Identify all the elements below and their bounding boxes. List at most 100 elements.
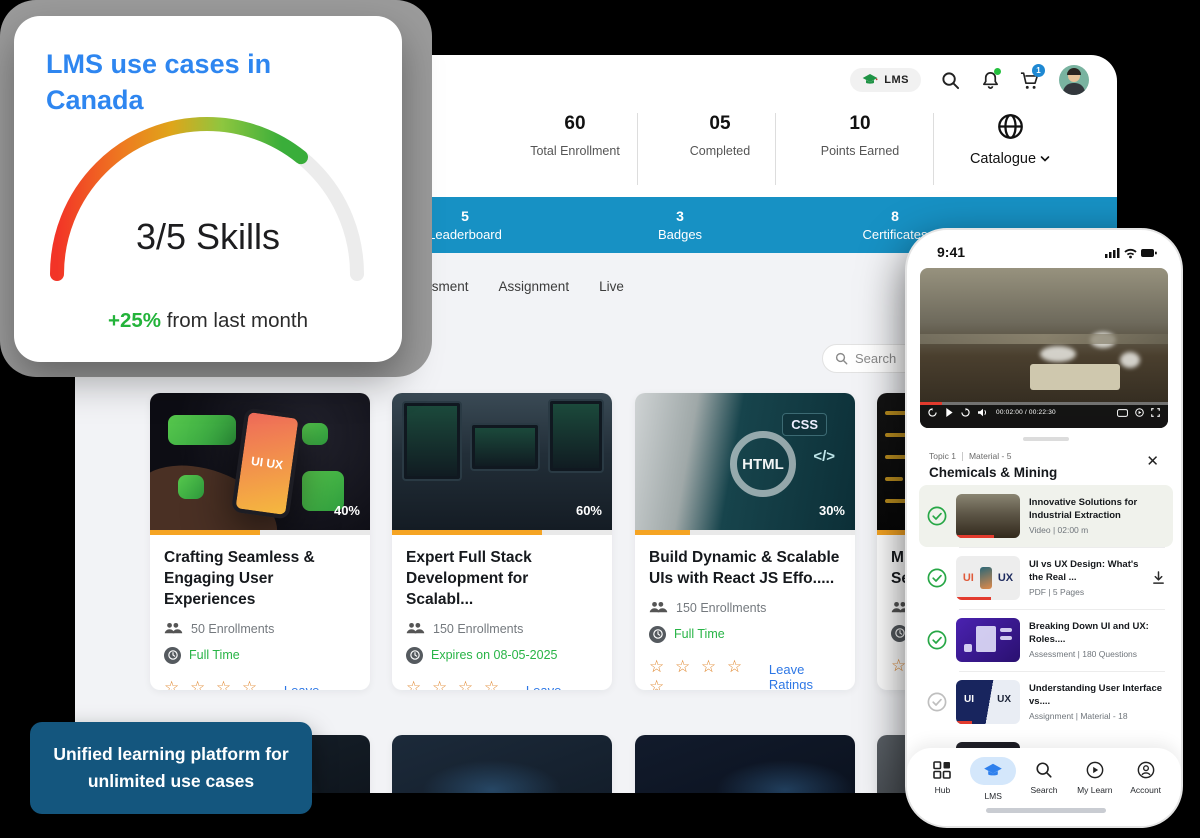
course-progress-track xyxy=(635,530,855,535)
course-card[interactable]: 60% Expert Full Stack Development for Sc… xyxy=(392,393,612,690)
nav-label: Search xyxy=(1031,785,1058,795)
lesson-meta: Video | 02:00 m xyxy=(1029,525,1165,535)
topic-title: Chemicals & Mining xyxy=(929,465,1057,480)
lesson-thumbnail xyxy=(956,618,1020,662)
stat-points-earned: 10 Points Earned xyxy=(790,113,930,158)
divider xyxy=(959,609,1165,610)
video-time-label: 00:02:00 / 00:22:30 xyxy=(996,409,1056,416)
stat-completed: 05 Completed xyxy=(650,113,790,158)
status-bar-icons xyxy=(1105,246,1157,264)
notifications-bell-icon[interactable] xyxy=(979,69,1001,91)
stat-value: 60 xyxy=(505,113,645,135)
course-card[interactable]: UI UX 40% Crafting Seamless & Engaging U… xyxy=(150,393,370,690)
lesson-row[interactable]: UIUX UI vs UX Design: What's the Real ..… xyxy=(919,547,1173,609)
stat-value: 05 xyxy=(650,113,790,135)
nav-label: My Learn xyxy=(1077,785,1112,795)
banner-line2: unlimited use cases xyxy=(88,768,254,795)
cart-icon[interactable]: 1 xyxy=(1019,69,1041,91)
rating-stars[interactable]: ☆ ☆ ☆ ☆ ☆ xyxy=(164,678,270,690)
bluebar-badges[interactable]: 3 Badges xyxy=(595,197,765,253)
course-title: Expert Full Stack Development for Scalab… xyxy=(406,548,598,611)
phone-bottom-nav: Hub LMS Search My Learn Account xyxy=(907,748,1181,828)
incomplete-check-icon xyxy=(927,692,947,712)
lesson-meta: PDF | 5 Pages xyxy=(1029,587,1143,597)
video-controls: 00:02:00 / 00:22:30 xyxy=(920,402,1168,428)
progress-percent-label: 30% xyxy=(819,503,845,518)
video-cast-icon[interactable] xyxy=(1135,408,1144,417)
divider xyxy=(959,547,1165,548)
nav-item-lms[interactable]: LMS xyxy=(969,761,1017,828)
enrollments-label: 50 Enrollments xyxy=(191,622,274,636)
leave-ratings-link[interactable]: Leave Ratings xyxy=(284,683,356,690)
divider xyxy=(637,113,638,185)
nav-item-account[interactable]: Account xyxy=(1122,761,1170,828)
leave-ratings-link[interactable]: Leave Ratings xyxy=(769,662,841,690)
play-icon[interactable] xyxy=(945,408,953,417)
divider xyxy=(775,113,776,185)
nav-label: Account xyxy=(1130,785,1161,795)
sheet-drag-handle[interactable] xyxy=(1023,437,1069,441)
lesson-meta: Assessment | 180 Questions xyxy=(1029,649,1165,659)
home-indicator[interactable] xyxy=(986,808,1106,813)
phone-mockup: 9:41 xyxy=(905,228,1183,828)
tab-live[interactable]: Live xyxy=(599,279,624,294)
course-image: UI UX 40% xyxy=(150,393,370,530)
css-overlay-label: CSS xyxy=(782,413,827,436)
code-overlay-label: </> xyxy=(813,448,835,465)
lesson-row[interactable]: Breaking Down UI and UX: Roles.... Asses… xyxy=(919,609,1173,671)
avatar-shoulders xyxy=(1063,83,1085,95)
topic-material-count: Material - 5 xyxy=(969,451,1012,461)
nav-label: LMS xyxy=(984,791,1001,801)
active-nav-pill xyxy=(970,757,1016,785)
lesson-thumbnail: UIUX xyxy=(956,556,1020,600)
lesson-row[interactable]: UIUX Understanding User Interface vs....… xyxy=(919,671,1173,733)
course-card[interactable]: HTML CSS </> 30% Build Dynamic & Scalabl… xyxy=(635,393,855,690)
hub-grid-icon xyxy=(933,761,951,779)
course-card-partial[interactable] xyxy=(392,735,612,793)
forward-icon[interactable] xyxy=(961,408,970,417)
nav-item-my-learn[interactable]: My Learn xyxy=(1071,761,1119,828)
course-title: Build Dynamic & Scalable UIs with React … xyxy=(649,548,841,590)
lesson-thumbnail xyxy=(956,494,1020,538)
volume-icon[interactable] xyxy=(978,408,988,417)
close-icon[interactable]: ✕ xyxy=(1146,452,1159,470)
course-card-partial[interactable] xyxy=(635,735,855,793)
notification-dot xyxy=(994,68,1001,75)
rating-stars[interactable]: ☆ ☆ ☆ ☆ ☆ xyxy=(649,657,755,690)
lesson-row[interactable]: Innovative Solutions for Industrial Extr… xyxy=(919,485,1173,547)
nav-item-search[interactable]: Search xyxy=(1020,761,1068,828)
skills-gauge-card: LMS use cases in Canada 3/5 Skills xyxy=(14,16,402,362)
catalogue-menu[interactable]: Catalogue xyxy=(955,113,1065,168)
search-icon xyxy=(835,352,848,365)
gauge-value-label: 3/5 Skills xyxy=(14,216,402,258)
replay-icon[interactable] xyxy=(928,408,937,417)
enrollments-people-icon xyxy=(649,601,668,614)
rating-stars[interactable]: ☆ ☆ ☆ ☆ ☆ xyxy=(406,678,512,690)
enrollments-label: 150 Enrollments xyxy=(676,601,766,615)
leave-ratings-link[interactable]: Leave Ratings xyxy=(526,683,598,690)
video-quality-icon[interactable] xyxy=(1117,409,1128,417)
lesson-thumbnail: UIUX xyxy=(956,680,1020,724)
topic-meta: Topic 1 Material - 5 xyxy=(929,451,1011,461)
gauge-delta-percent: +25% xyxy=(108,309,161,332)
course-progress-fill xyxy=(392,530,542,535)
tab-assignment[interactable]: Assignment xyxy=(499,279,570,294)
course-expiry-label: Expires on 08-05-2025 xyxy=(431,648,557,662)
video-fullscreen-icon[interactable] xyxy=(1151,408,1160,417)
marketing-composition: LMS 1 ce 60 Total Enrollment xyxy=(0,0,1200,838)
nav-item-hub[interactable]: Hub xyxy=(918,761,966,828)
progress-percent-label: 40% xyxy=(334,503,360,518)
search-icon[interactable] xyxy=(939,69,961,91)
user-avatar[interactable] xyxy=(1059,65,1089,95)
lesson-title: UI vs UX Design: What's the Real ... xyxy=(1029,559,1143,585)
download-icon[interactable] xyxy=(1152,571,1165,585)
video-progress-played xyxy=(920,402,942,405)
clock-icon xyxy=(164,647,181,664)
lms-app-pill[interactable]: LMS xyxy=(850,68,921,92)
banner-line1: Unified learning platform for xyxy=(53,741,288,768)
battery-icon xyxy=(1141,249,1157,257)
video-progress-track[interactable] xyxy=(920,402,1168,405)
course-progress-fill xyxy=(150,530,260,535)
video-player[interactable]: 00:02:00 / 00:22:30 xyxy=(920,268,1168,428)
cart-badge: 1 xyxy=(1032,64,1045,77)
